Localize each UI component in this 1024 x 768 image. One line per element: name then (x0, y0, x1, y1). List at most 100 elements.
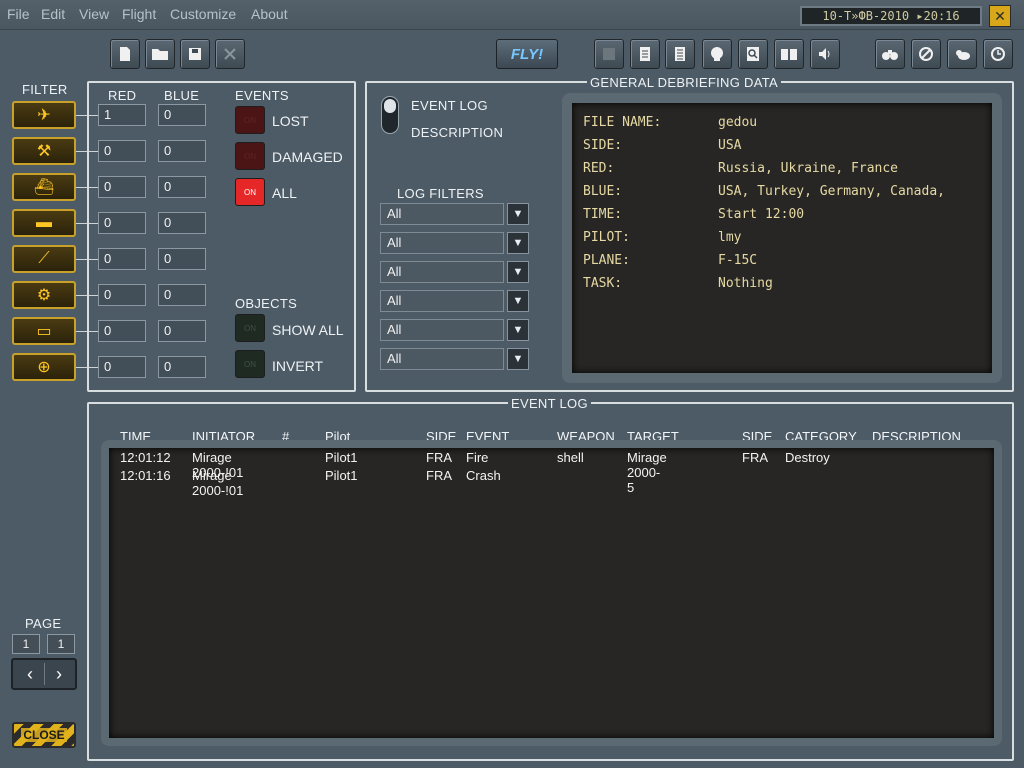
cell-category: Destroy (785, 450, 830, 465)
weather-icon[interactable] (947, 39, 977, 69)
briefing-icon[interactable] (630, 39, 660, 69)
binoculars-icon[interactable] (875, 39, 905, 69)
chevron-down-icon[interactable]: ▼ (507, 348, 529, 370)
page-total: 1 (47, 634, 75, 654)
lost-label: LOST (272, 113, 309, 129)
menu-customize[interactable]: Customize (170, 6, 236, 22)
log-filter-dropdown[interactable]: All ▼ (380, 203, 530, 225)
cell-event: Crash (466, 468, 501, 483)
info-value: gedou (718, 115, 758, 130)
blue-label: BLUE (164, 88, 200, 103)
info-key: TASK: (583, 276, 623, 291)
ship-icon: ⛴ (33, 179, 55, 196)
info-value: USA, Turkey, Germany, Canada, (718, 184, 945, 199)
menu-edit[interactable]: Edit (41, 6, 65, 22)
log-mode-switch[interactable] (381, 96, 399, 134)
truck-icon: ▭ (36, 323, 52, 340)
cell-event: Fire (466, 450, 489, 465)
filter-tank-button[interactable]: ▬ (12, 209, 76, 237)
info-value: lmy (718, 230, 742, 245)
info-key: SIDE: (583, 138, 623, 153)
menu-about[interactable]: About (251, 6, 288, 22)
cell-time: 12:01:16 (120, 468, 171, 483)
log-filter-value: All (380, 319, 504, 341)
menu-flight[interactable]: Flight (122, 6, 156, 22)
filter-target-button[interactable]: ⊕ (12, 353, 76, 381)
log-filter-dropdown[interactable]: All ▼ (380, 348, 530, 370)
all-toggle[interactable]: ON (235, 178, 265, 206)
close-button[interactable]: CLOSE (12, 722, 76, 748)
save-icon[interactable] (180, 39, 210, 69)
invert-label: INVERT (272, 358, 324, 374)
delete-icon[interactable] (215, 39, 245, 69)
info-key: BLUE: (583, 184, 623, 199)
damaged-toggle[interactable]: ON (235, 142, 265, 170)
invert-toggle[interactable]: ON (235, 350, 265, 378)
log-filters-title: LOG FILTERS (397, 186, 484, 201)
info-value: F-15C (718, 253, 758, 268)
helicopter-icon: ⚒ (36, 143, 52, 160)
events-title: EVENTS (235, 88, 289, 103)
new-file-icon[interactable] (110, 39, 140, 69)
fly-button[interactable]: FLY! (496, 39, 558, 69)
menu-file[interactable]: File (7, 6, 30, 22)
prev-page-icon[interactable]: ‹ (17, 663, 43, 685)
filter-helicopter-button[interactable]: ⚒ (12, 137, 76, 165)
radar-vehicle-icon: ⚙ (36, 287, 52, 304)
info-value: USA (718, 138, 742, 153)
info-value: Russia, Ukraine, France (718, 161, 899, 176)
chevron-down-icon[interactable]: ▼ (507, 232, 529, 254)
chevron-down-icon[interactable]: ▼ (507, 261, 529, 283)
chevron-down-icon[interactable]: ▼ (507, 319, 529, 341)
filter-ship-button[interactable]: ⛴ (12, 173, 76, 201)
log-filter-dropdown[interactable]: All ▼ (380, 232, 530, 254)
log-filter-dropdown[interactable]: All ▼ (380, 290, 530, 312)
sound-icon[interactable] (810, 39, 840, 69)
clock-icon[interactable] (983, 39, 1013, 69)
filter-title: FILTER (22, 82, 68, 97)
objects-title: OBJECTS (235, 296, 298, 311)
close-window-button[interactable]: ✕ (989, 5, 1011, 27)
log-filter-value: All (380, 348, 504, 370)
page-current: 1 (12, 634, 40, 654)
show-all-label: SHOW ALL (272, 322, 344, 338)
tank-icon: ▬ (36, 214, 52, 231)
datetime-display: 10-Т»ФВ-2010 ▸20:16 (800, 6, 982, 26)
info-key: RED: (583, 161, 615, 176)
event-log-title: EVENT LOG (508, 396, 591, 411)
chevron-down-icon[interactable]: ▼ (507, 290, 529, 312)
all-label: ALL (272, 185, 297, 201)
filter-radar-vehicle-button[interactable]: ⚙ (12, 281, 76, 309)
description-option[interactable]: DESCRIPTION (411, 125, 503, 140)
event-log-option[interactable]: EVENT LOG (411, 98, 488, 113)
open-folder-icon[interactable] (145, 39, 175, 69)
log-filter-dropdown[interactable]: All ▼ (380, 261, 530, 283)
sam-launcher-icon: ⟋ (38, 250, 50, 267)
cell-pilot: Pilot1 (325, 468, 358, 483)
log-filter-dropdown[interactable]: All ▼ (380, 319, 530, 341)
filter-sam-launcher-button[interactable]: ⟋ (12, 245, 76, 273)
next-page-icon[interactable]: › (46, 663, 72, 685)
search-icon[interactable] (738, 39, 768, 69)
info-value: Nothing (718, 276, 773, 291)
red-label: RED (108, 88, 137, 103)
cell-initiator: Mirage 2000-!01 (192, 468, 244, 498)
info-key: TIME: (583, 207, 623, 222)
cell-time: 12:01:12 (120, 450, 171, 465)
log-filter-value: All (380, 232, 504, 254)
cell-side: FRA (426, 468, 452, 483)
menu-bar: File Edit View Flight Customize About 10… (0, 0, 1024, 30)
no-entry-icon[interactable] (911, 39, 941, 69)
notes-icon[interactable] (665, 39, 695, 69)
mission-icon[interactable] (594, 39, 624, 69)
lost-toggle[interactable]: ON (235, 106, 265, 134)
info-key: PILOT: (583, 230, 630, 245)
book-icon[interactable] (774, 39, 804, 69)
pilot-icon[interactable] (702, 39, 732, 69)
info-key: PLANE: (583, 253, 630, 268)
menu-view[interactable]: View (79, 6, 109, 22)
filter-airplane-button[interactable]: ✈ (12, 101, 76, 129)
show-all-toggle[interactable]: ON (235, 314, 265, 342)
filter-truck-button[interactable]: ▭ (12, 317, 76, 345)
chevron-down-icon[interactable]: ▼ (507, 203, 529, 225)
